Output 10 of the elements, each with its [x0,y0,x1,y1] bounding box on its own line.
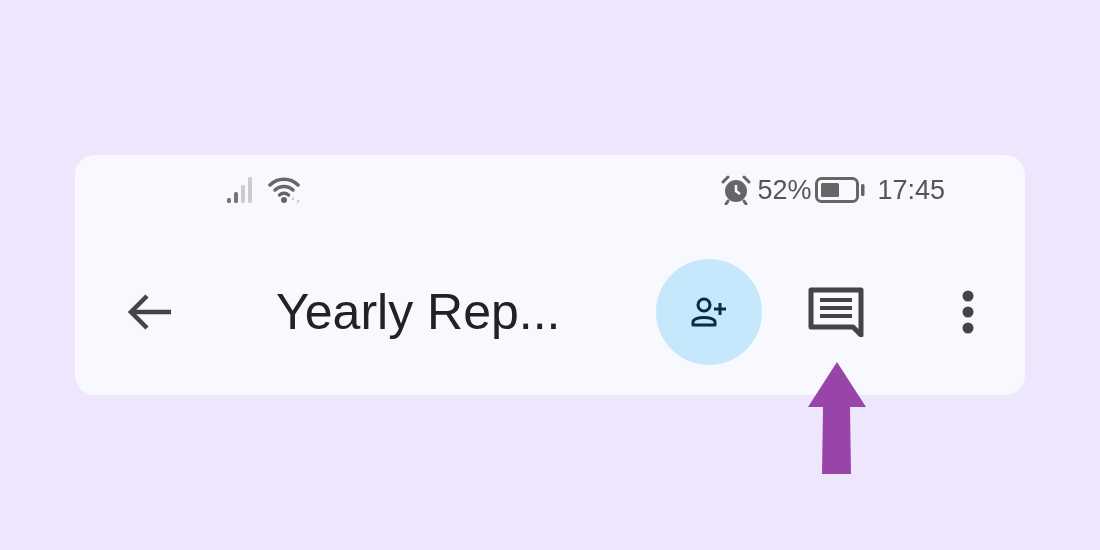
battery-percent: 52% [757,174,812,206]
add-person-icon [691,297,727,327]
clock-time: 17:45 [877,174,945,206]
back-arrow-icon [127,293,173,331]
battery-icon [815,177,866,203]
more-vertical-icon [962,290,974,334]
comment-icon [808,287,864,337]
wifi-icon [268,176,302,204]
alarm-icon [721,175,752,205]
document-title: Yearly Rep... [276,283,562,341]
